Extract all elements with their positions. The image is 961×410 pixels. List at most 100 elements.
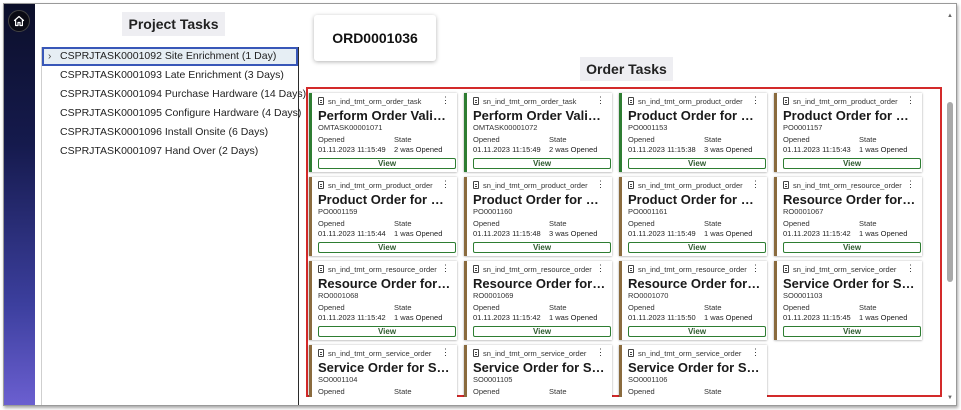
view-button[interactable]: View: [783, 326, 921, 337]
document-icon: [318, 349, 324, 357]
opened-value: 01.11.2023 11:15:49: [473, 145, 541, 154]
document-icon: [473, 97, 479, 105]
order-task-card: sn_ind_tmt_orm_service_order ⋮ Service Ord…: [774, 261, 922, 340]
card-table-row: sn_ind_tmt_orm_service_order: [783, 264, 917, 274]
card-table-row: sn_ind_tmt_orm_product_order: [783, 96, 917, 106]
project-tasks-title: Project Tasks: [122, 12, 225, 36]
more-options-icon[interactable]: ⋮: [441, 347, 450, 358]
card-number: PO0001159: [318, 207, 358, 216]
opened-value: 01.11.2023 11:15:42: [783, 229, 851, 238]
opened-value: 01.11.2023 11:15:38: [628, 145, 696, 154]
more-options-icon[interactable]: ⋮: [751, 347, 760, 358]
project-task-item[interactable]: CSPRJTASK0001097 Hand Over (2 Days): [42, 142, 298, 161]
card-table-row: sn_ind_tmt_orm_service_order: [318, 348, 452, 358]
view-button[interactable]: View: [473, 326, 611, 337]
state-value: 1 was Opened: [859, 313, 908, 322]
state-value: 3 was Opened: [704, 145, 753, 154]
document-icon: [628, 349, 634, 357]
card-meta-values: 01.11.2023 11:15:49 2 was Opened: [318, 145, 452, 155]
state-value: 1 was Opened: [859, 229, 908, 238]
state-label: State: [549, 219, 567, 228]
order-task-card: sn_ind_tmt_orm_product_order ⋮ Product Ord…: [309, 177, 457, 256]
card-meta-values: 01.11.2023 11:15:38 3 was Opened: [628, 145, 762, 155]
order-task-card: sn_ind_tmt_orm_service_order ⋮ Service Ord…: [309, 345, 457, 397]
card-number: OMTASK0000107​1: [318, 123, 383, 132]
more-options-icon[interactable]: ⋮: [441, 95, 450, 106]
card-meta-labels: Opened State: [783, 135, 917, 145]
more-options-icon[interactable]: ⋮: [906, 179, 915, 190]
card-meta-values: 01.11.2023 11:15:43 1 was Opened: [783, 145, 917, 155]
view-button[interactable]: View: [473, 158, 611, 169]
order-tasks-grid: sn_ind_tmt_orm_order_task ⋮ Perform Order …: [306, 89, 942, 397]
project-task-item[interactable]: CSPRJTASK0001096 Install Onsite (6 Days): [42, 123, 298, 142]
more-options-icon[interactable]: ⋮: [596, 95, 605, 106]
order-task-card: sn_ind_tmt_orm_product_order ⋮ Product Ord…: [774, 93, 922, 172]
home-button[interactable]: [8, 10, 30, 32]
app-window: Project Tasks ORD0001036 Order Tasks › C…: [3, 3, 957, 406]
card-title: Product Order for SD-WAN: [473, 193, 607, 207]
more-options-icon[interactable]: ⋮: [441, 179, 450, 190]
view-button[interactable]: View: [628, 326, 766, 337]
card-meta-labels: Opened State: [318, 135, 452, 145]
card-number: PO0001161: [628, 207, 668, 216]
opened-label: Opened: [783, 303, 810, 312]
more-options-icon[interactable]: ⋮: [596, 347, 605, 358]
card-meta-labels: Opened State: [783, 303, 917, 313]
card-title: Resource Order for Customer: [473, 277, 607, 291]
card-table-row: sn_ind_tmt_orm_resource_order: [628, 264, 762, 274]
document-icon: [318, 265, 324, 273]
view-button[interactable]: View: [318, 326, 456, 337]
scroll-down-icon[interactable]: ▼: [946, 394, 954, 402]
view-button[interactable]: View: [318, 158, 456, 169]
card-table-name: sn_ind_tmt_orm_service_order: [328, 348, 432, 358]
project-task-label: CSPRJTASK0001094 Purchase Hardware (14 D…: [60, 88, 307, 100]
card-table-row: sn_ind_tmt_orm_resource_order: [318, 264, 452, 274]
more-options-icon[interactable]: ⋮: [751, 263, 760, 274]
order-number-card: ORD0001036: [314, 15, 436, 61]
more-options-icon[interactable]: ⋮: [596, 179, 605, 190]
state-label: State: [704, 387, 722, 396]
scrollbar-thumb[interactable]: [947, 102, 953, 282]
card-table-row: sn_ind_tmt_orm_service_order: [473, 348, 607, 358]
more-options-icon[interactable]: ⋮: [751, 179, 760, 190]
card-meta-labels: Opened State: [473, 303, 607, 313]
project-task-item[interactable]: CSPRJTASK0001094 Purchase Hardware (14 D…: [42, 85, 306, 104]
view-button[interactable]: View: [628, 158, 766, 169]
state-label: State: [549, 303, 567, 312]
document-icon: [628, 97, 634, 105]
project-task-item[interactable]: › CSPRJTASK0001092 Site Enrichment (1 Da…: [42, 47, 298, 66]
home-icon: [13, 15, 25, 27]
more-options-icon[interactable]: ⋮: [906, 263, 915, 274]
card-title: Perform Order Validation: [473, 109, 607, 123]
scroll-up-icon[interactable]: ▲: [946, 12, 954, 20]
card-table-name: sn_ind_tmt_orm_resource_order: [328, 264, 437, 274]
card-meta-labels: Opened State: [783, 219, 917, 229]
view-button[interactable]: View: [783, 242, 921, 253]
card-title: Service Order for SD-WAN: [783, 277, 917, 291]
card-table-name: sn_ind_tmt_orm_product_order: [328, 180, 433, 190]
card-meta-values: 01.11.2023 11:15:45 1 was Opened: [783, 313, 917, 323]
card-number: RO0001067: [783, 207, 824, 216]
opened-label: Opened: [473, 135, 500, 144]
more-options-icon[interactable]: ⋮: [906, 95, 915, 106]
view-button[interactable]: View: [318, 242, 456, 253]
order-task-card: sn_ind_tmt_orm_resource_order ⋮ Resource O…: [464, 261, 612, 340]
card-number: SO0001103: [783, 291, 823, 300]
project-task-item[interactable]: CSPRJTASK0001095 Configure Hardware (4 D…: [42, 104, 301, 123]
opened-value: 01.11.2023 11:15:48: [473, 229, 541, 238]
view-button[interactable]: View: [628, 242, 766, 253]
more-options-icon[interactable]: ⋮: [441, 263, 450, 274]
more-options-icon[interactable]: ⋮: [751, 95, 760, 106]
page-scrollbar[interactable]: ▲ ▼: [946, 12, 954, 402]
view-button[interactable]: View: [473, 242, 611, 253]
card-table-name: sn_ind_tmt_orm_product_order: [638, 180, 743, 190]
project-task-item[interactable]: CSPRJTASK0001093 Late Enrichment (3 Days…: [42, 66, 298, 85]
opened-value: 01.11.2023 11:15:42: [473, 313, 541, 322]
more-options-icon[interactable]: ⋮: [596, 263, 605, 274]
card-table-row: sn_ind_tmt_orm_product_order: [628, 180, 762, 190]
view-button[interactable]: View: [783, 158, 921, 169]
opened-value: 01.11.2023 11:15:49: [318, 145, 386, 154]
state-value: 1 was Opened: [704, 313, 753, 322]
card-title: Resource Order for Customer: [318, 277, 452, 291]
card-meta-values: 01.11.2023 11:15:42 1 was Opened: [318, 313, 452, 323]
